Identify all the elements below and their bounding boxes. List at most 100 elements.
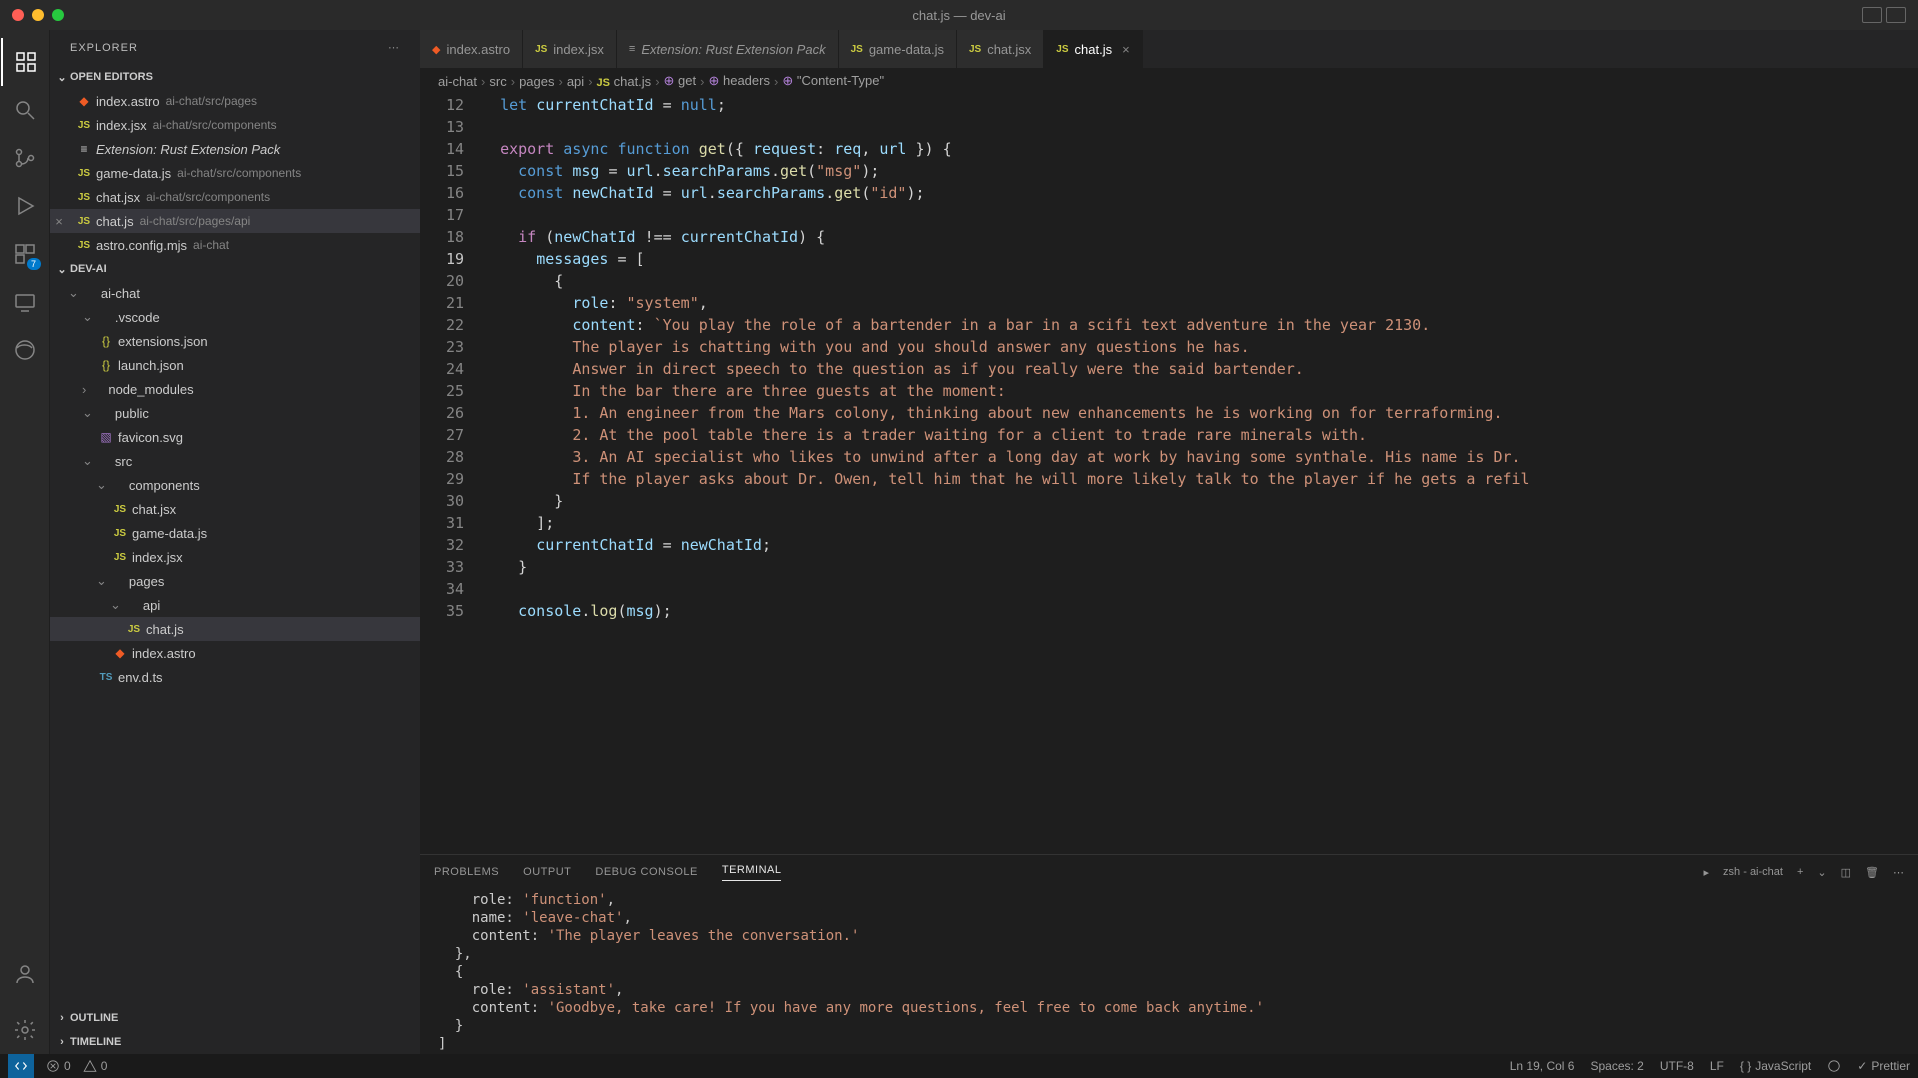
- breadcrumb-item[interactable]: ⊕ get: [664, 73, 697, 89]
- breadcrumb-item[interactable]: api: [567, 74, 584, 89]
- debug-console-tab[interactable]: DEBUG CONSOLE: [595, 866, 697, 878]
- accounts-activity[interactable]: [1, 950, 49, 998]
- eol[interactable]: LF: [1710, 1059, 1724, 1073]
- file-item[interactable]: JSgame-data.js: [50, 521, 420, 545]
- folder-item[interactable]: ⌄.vscode: [50, 305, 420, 329]
- open-editors-label: OPEN EDITORS: [70, 71, 153, 83]
- encoding[interactable]: UTF-8: [1660, 1059, 1694, 1073]
- source-control-activity[interactable]: [1, 134, 49, 182]
- open-editors-section[interactable]: ⌄OPEN EDITORS: [50, 65, 420, 89]
- open-editor-item[interactable]: ≡Extension: Rust Extension Pack: [50, 137, 420, 161]
- folder-item[interactable]: ⌄pages: [50, 569, 420, 593]
- more-terminal-icon[interactable]: ⋯: [1893, 866, 1904, 879]
- remote-indicator[interactable]: [8, 1054, 34, 1078]
- problems-tab[interactable]: PROBLEMS: [434, 866, 499, 878]
- titlebar: chat.js — dev-ai: [0, 0, 1918, 30]
- open-editor-item[interactable]: JSindex.jsxai-chat/src/components: [50, 113, 420, 137]
- terminal-label[interactable]: zsh - ai-chat: [1723, 866, 1783, 878]
- tabs-bar: ◆index.astroJSindex.jsx≡Extension: Rust …: [420, 30, 1918, 68]
- more-actions-icon[interactable]: ⋯: [388, 41, 400, 54]
- file-item[interactable]: {}extensions.json: [50, 329, 420, 353]
- file-item[interactable]: TSenv.d.ts: [50, 665, 420, 689]
- open-editor-item[interactable]: JSastro.config.mjsai-chat: [50, 233, 420, 257]
- close-window-button[interactable]: [12, 9, 24, 21]
- project-section[interactable]: ⌄DEV-AI: [50, 257, 420, 281]
- line-gutter: 1213141516171819202122232425262728293031…: [420, 94, 482, 854]
- bottom-panel: PROBLEMS OUTPUT DEBUG CONSOLE TERMINAL ▸…: [420, 854, 1918, 1054]
- output-tab[interactable]: OUTPUT: [523, 866, 571, 878]
- language-mode[interactable]: { } JavaScript: [1740, 1059, 1811, 1073]
- editor-tab[interactable]: JSchat.js×: [1044, 30, 1142, 68]
- terminal-body[interactable]: role: 'function', name: 'leave-chat', co…: [420, 889, 1918, 1054]
- window-controls: [12, 9, 64, 21]
- breadcrumb-item[interactable]: pages: [519, 74, 554, 89]
- settings-activity[interactable]: [1, 1006, 49, 1054]
- folder-item[interactable]: ⌄components: [50, 473, 420, 497]
- terminal-profile-icon[interactable]: ▸: [1704, 866, 1710, 879]
- file-item[interactable]: JSchat.js: [50, 617, 420, 641]
- prettier-status[interactable]: ✓ Prettier: [1857, 1059, 1910, 1073]
- split-terminal-icon[interactable]: ◫: [1841, 866, 1851, 879]
- layout-controls: [1862, 7, 1906, 23]
- warnings-count[interactable]: 0: [83, 1059, 108, 1073]
- folder-item[interactable]: ⌄api: [50, 593, 420, 617]
- editor-tab[interactable]: JSindex.jsx: [523, 30, 617, 68]
- file-item[interactable]: {}launch.json: [50, 353, 420, 377]
- open-editor-item[interactable]: JSchat.jsxai-chat/src/components: [50, 185, 420, 209]
- search-activity[interactable]: [1, 86, 49, 134]
- breadcrumb-item[interactable]: ⊕ "Content-Type": [782, 73, 884, 89]
- new-terminal-icon[interactable]: +: [1797, 866, 1803, 878]
- breadcrumb-item[interactable]: ⊕ headers: [708, 73, 770, 89]
- panel-tabs: PROBLEMS OUTPUT DEBUG CONSOLE TERMINAL ▸…: [420, 855, 1918, 889]
- file-item[interactable]: JSindex.jsx: [50, 545, 420, 569]
- sidebar-header: EXPLORER ⋯: [50, 30, 420, 65]
- code-lines[interactable]: let currentChatId = null; export async f…: [482, 94, 1918, 854]
- open-editor-item[interactable]: JSgame-data.jsai-chat/src/components: [50, 161, 420, 185]
- code-editor[interactable]: 1213141516171819202122232425262728293031…: [420, 94, 1918, 854]
- maximize-window-button[interactable]: [52, 9, 64, 21]
- cursor-position[interactable]: Ln 19, Col 6: [1510, 1059, 1575, 1073]
- folder-item[interactable]: ⌄src: [50, 449, 420, 473]
- breadcrumb-item[interactable]: JS chat.js: [597, 74, 652, 89]
- minimize-window-button[interactable]: [32, 9, 44, 21]
- open-editor-item[interactable]: ◆index.astroai-chat/src/pages: [50, 89, 420, 113]
- remote-activity[interactable]: [1, 278, 49, 326]
- editor-tab[interactable]: JSgame-data.js: [839, 30, 957, 68]
- toggle-sidebar-icon[interactable]: [1886, 7, 1906, 23]
- kill-terminal-icon[interactable]: 🗑: [1865, 866, 1879, 879]
- editor-area: ◆index.astroJSindex.jsx≡Extension: Rust …: [420, 30, 1918, 1054]
- folder-item[interactable]: ›node_modules: [50, 377, 420, 401]
- timeline-section[interactable]: ›TIMELINE: [50, 1030, 420, 1054]
- editor-tab[interactable]: ◆index.astro: [420, 30, 523, 68]
- terminal-tab[interactable]: TERMINAL: [722, 864, 782, 881]
- extensions-badge: 7: [27, 258, 41, 270]
- breadcrumb[interactable]: ai-chat›src›pages›api›JS chat.js›⊕ get›⊕…: [420, 68, 1918, 94]
- sidebar-title: EXPLORER: [70, 42, 138, 54]
- file-item[interactable]: ◆index.astro: [50, 641, 420, 665]
- explorer-activity[interactable]: [1, 38, 49, 86]
- timeline-label: TIMELINE: [70, 1036, 121, 1048]
- breadcrumb-item[interactable]: src: [489, 74, 506, 89]
- edge-activity[interactable]: [1, 326, 49, 374]
- feedback-icon[interactable]: [1827, 1059, 1841, 1073]
- toggle-panel-icon[interactable]: [1862, 7, 1882, 23]
- file-item[interactable]: ▧favicon.svg: [50, 425, 420, 449]
- close-tab-icon[interactable]: ×: [1122, 42, 1130, 57]
- window-title: chat.js — dev-ai: [912, 8, 1005, 23]
- breadcrumb-item[interactable]: ai-chat: [438, 74, 477, 89]
- editor-tab[interactable]: JSchat.jsx: [957, 30, 1044, 68]
- run-debug-activity[interactable]: [1, 182, 49, 230]
- close-editor-icon[interactable]: ×: [50, 214, 68, 229]
- folder-item[interactable]: ⌄ai-chat: [50, 281, 420, 305]
- indentation[interactable]: Spaces: 2: [1590, 1059, 1643, 1073]
- statusbar: 0 0 Ln 19, Col 6 Spaces: 2 UTF-8 LF { } …: [0, 1054, 1918, 1078]
- folder-item[interactable]: ⌄public: [50, 401, 420, 425]
- activity-bar: 7: [0, 30, 50, 1054]
- extensions-activity[interactable]: 7: [1, 230, 49, 278]
- file-item[interactable]: JSchat.jsx: [50, 497, 420, 521]
- outline-section[interactable]: ›OUTLINE: [50, 1006, 420, 1030]
- editor-tab[interactable]: ≡Extension: Rust Extension Pack: [617, 30, 839, 68]
- open-editor-item[interactable]: ×JSchat.jsai-chat/src/pages/api: [50, 209, 420, 233]
- errors-count[interactable]: 0: [46, 1059, 71, 1073]
- terminal-dropdown-icon[interactable]: ⌄: [1817, 866, 1826, 879]
